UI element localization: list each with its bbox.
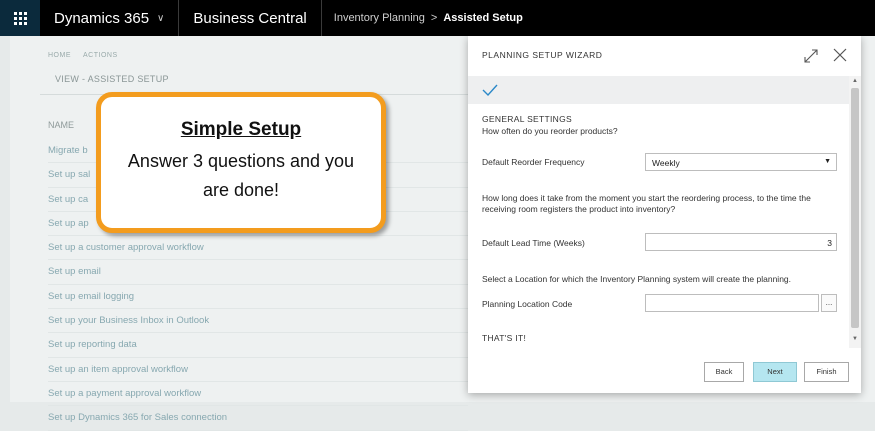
callout-box: Simple Setup Answer 3 questions and you … bbox=[96, 92, 386, 233]
dialog-scrollbar[interactable]: ▲ ▼ bbox=[849, 76, 861, 348]
location-lookup-button[interactable]: ... bbox=[821, 294, 837, 312]
action-bar: HOME ACTIONS bbox=[48, 52, 118, 59]
list-item[interactable]: Set up a customer approval workflow bbox=[48, 236, 468, 261]
action-home[interactable]: HOME bbox=[48, 52, 71, 59]
action-actions[interactable]: ACTIONS bbox=[83, 52, 118, 59]
breadcrumb: Inventory Planning > Assisted Setup bbox=[322, 12, 523, 24]
callout-title: Simple Setup bbox=[180, 119, 302, 140]
finish-button[interactable]: Finish bbox=[804, 362, 849, 382]
list-item[interactable]: Set up email bbox=[48, 260, 468, 285]
list-item[interactable]: Set up a payment approval workflow bbox=[48, 382, 468, 407]
lead-time-value: 3 bbox=[827, 238, 832, 248]
top-bar: Dynamics 365 ∨ Business Central Inventor… bbox=[0, 0, 875, 36]
list-item[interactable]: Set up email logging bbox=[48, 285, 468, 310]
scrollbar-thumb[interactable] bbox=[851, 88, 859, 328]
view-title: VIEW - ASSISTED SETUP bbox=[55, 74, 169, 84]
next-button[interactable]: Next bbox=[753, 362, 797, 382]
dialog-title: PLANNING SETUP WIZARD bbox=[482, 50, 603, 60]
list-item[interactable]: Set up reporting data bbox=[48, 333, 468, 358]
field-label-location-code: Planning Location Code bbox=[482, 299, 573, 309]
location-code-input[interactable] bbox=[645, 294, 819, 312]
question-reorder: How often do you reorder products? bbox=[482, 126, 618, 136]
expand-icon[interactable] bbox=[803, 48, 819, 64]
list-item[interactable]: Set up Dynamics 365 for Sales connection bbox=[48, 406, 468, 431]
question-location: Select a Location for which the Inventor… bbox=[482, 274, 792, 284]
app-launcher-button[interactable] bbox=[0, 0, 40, 36]
list-item[interactable]: Set up an item approval workflow bbox=[48, 358, 468, 382]
list-item[interactable]: Set up your Business Inbox in Outlook bbox=[48, 309, 468, 334]
app-name-menu[interactable]: Dynamics 365 ∨ bbox=[40, 0, 180, 36]
field-label-reorder-frequency: Default Reorder Frequency bbox=[482, 157, 585, 167]
app-name: Dynamics 365 bbox=[54, 9, 150, 27]
step-indicator-bar bbox=[468, 76, 849, 104]
field-label-lead-time: Default Lead Time (Weeks) bbox=[482, 238, 585, 248]
product-name[interactable]: Business Central bbox=[179, 0, 322, 36]
breadcrumb-parent[interactable]: Inventory Planning bbox=[334, 12, 425, 24]
dropdown-arrow-icon: ▼ bbox=[824, 158, 831, 165]
section-general-settings: GENERAL SETTINGS bbox=[482, 114, 572, 124]
name-column-header[interactable]: NAME bbox=[48, 120, 74, 130]
section-thats-it: THAT'S IT! bbox=[482, 333, 527, 343]
back-button[interactable]: Back bbox=[704, 362, 744, 382]
close-icon[interactable] bbox=[832, 47, 848, 63]
lead-time-input[interactable]: 3 bbox=[645, 233, 837, 251]
planning-setup-wizard-dialog: PLANNING SETUP WIZARD ▲ ▼ GENERAL SETTIN… bbox=[468, 36, 861, 393]
check-icon bbox=[482, 84, 498, 96]
chevron-down-icon: ∨ bbox=[157, 12, 165, 24]
waffle-icon bbox=[13, 11, 27, 25]
breadcrumb-current: Assisted Setup bbox=[443, 12, 523, 24]
reorder-frequency-select[interactable]: Weekly ▼ bbox=[645, 153, 837, 171]
callout-body: Answer 3 questions and you are done! bbox=[127, 151, 355, 200]
scroll-up-icon[interactable]: ▲ bbox=[852, 78, 858, 84]
question-lead-time: How long does it take from the moment yo… bbox=[482, 193, 811, 214]
scroll-down-icon[interactable]: ▼ bbox=[852, 336, 858, 342]
reorder-frequency-value: Weekly bbox=[652, 158, 680, 168]
chevron-right-icon: > bbox=[430, 12, 438, 24]
